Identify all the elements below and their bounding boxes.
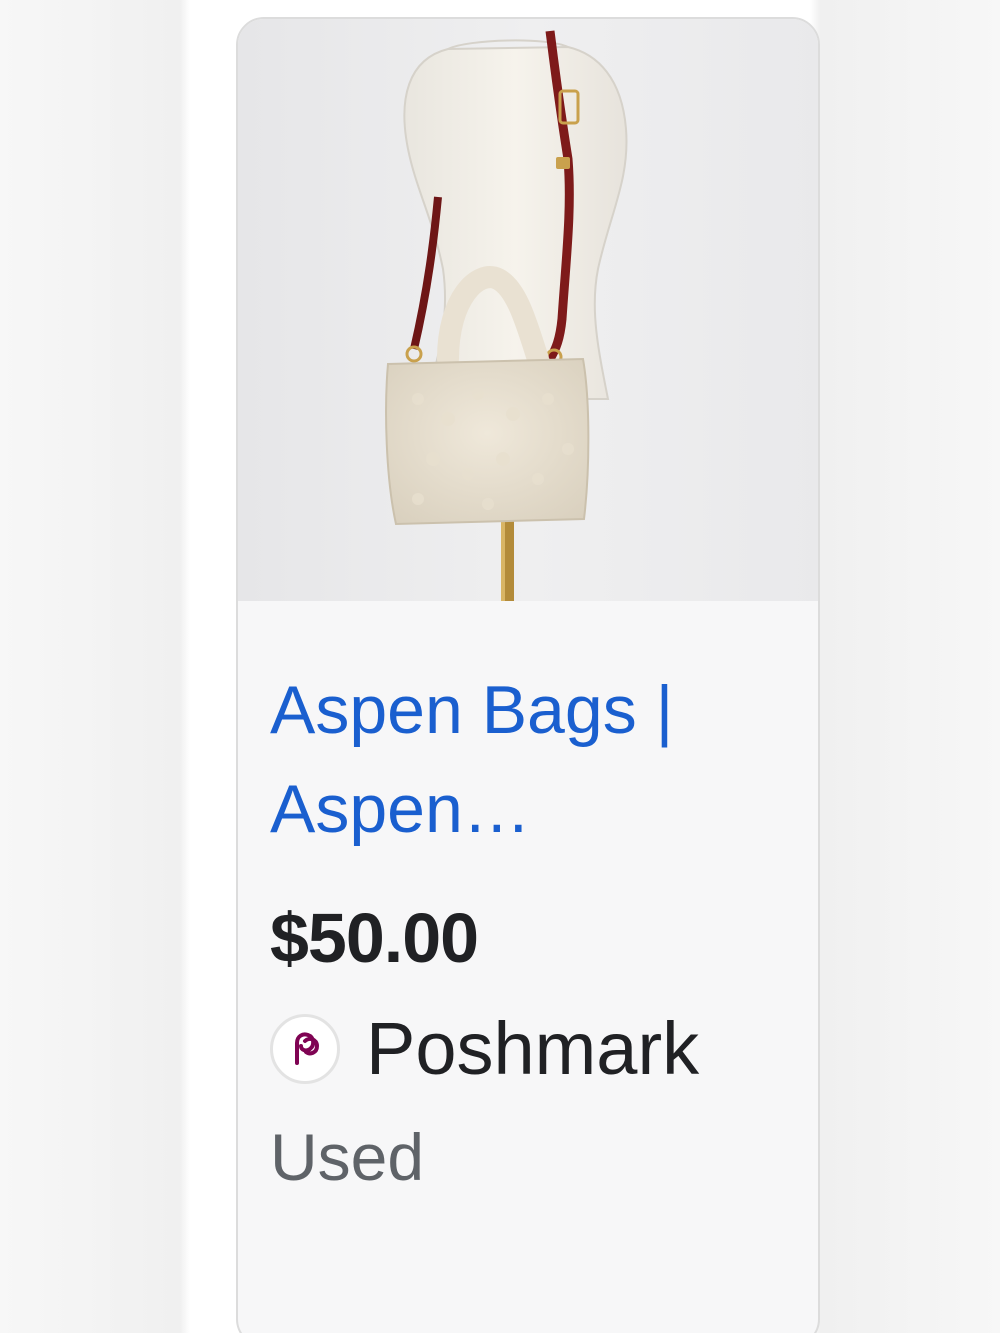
product-image-illustration [238,19,818,601]
condition-label: Used [270,1120,425,1195]
seller-row[interactable]: Poshmark [270,1006,786,1091]
product-price: $50.00 [270,899,479,978]
product-card[interactable]: Aspen Bags | Aspen… $50.00 Poshmark Used [236,17,820,1333]
product-info: Aspen Bags | Aspen… $50.00 Poshmark Used [238,601,818,1195]
product-image[interactable] [238,19,818,601]
product-title-link[interactable]: Aspen Bags | Aspen… [270,661,786,858]
seller-name: Poshmark [366,1007,700,1091]
poshmark-logo-icon [270,1013,340,1084]
page: Aspen Bags | Aspen… $50.00 Poshmark Used [0,0,1000,1333]
